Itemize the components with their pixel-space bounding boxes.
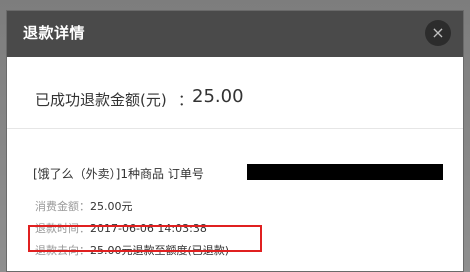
close-icon[interactable]: × [425, 20, 451, 46]
dialog-title: 退款详情 [23, 24, 86, 42]
detail-row-consumption: 消费金额：25.00元 [35, 198, 133, 214]
refund-amount-section: 已成功退款金额(元) ： 25.00 [7, 57, 463, 129]
detail-value: 25.00元 [90, 200, 133, 213]
refund-amount-value: 25.00 [192, 86, 244, 107]
refund-amount-colon: ： [178, 91, 194, 109]
detail-label: 消费金额： [35, 200, 90, 213]
redacted-order-number [247, 164, 443, 180]
dialog-header: 退款详情 × [7, 11, 463, 57]
order-summary: [饿了么（外卖）]1种商品 订单号 [33, 167, 204, 181]
highlight-annotation-box [28, 225, 262, 252]
refund-amount-label: 已成功退款金额(元) [35, 91, 167, 109]
